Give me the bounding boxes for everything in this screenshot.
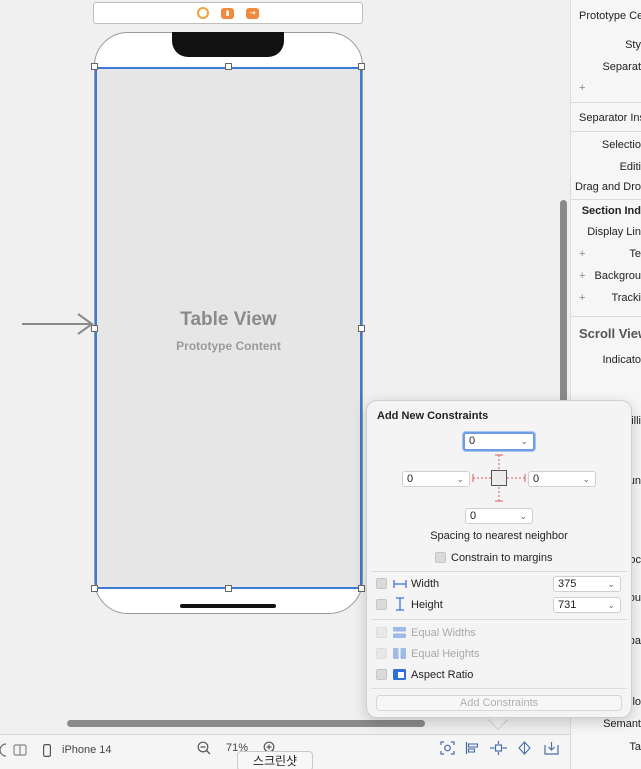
horizontal-scrollbar[interactable] <box>67 720 425 727</box>
inspector-row-partial[interactable]: illi <box>631 415 641 427</box>
add-variation-icon[interactable]: + <box>579 82 585 94</box>
equal-heights-checkbox[interactable] <box>376 648 387 659</box>
popover-divider <box>371 688 627 689</box>
vertical-scrollbar[interactable] <box>560 200 567 405</box>
chevron-down-icon: ⌄ <box>582 474 590 484</box>
inspector-row-tracking[interactable]: Tracki <box>611 292 641 304</box>
popover-title: Add New Constraints <box>377 410 489 422</box>
table-view-title: Table View <box>180 309 277 330</box>
height-label: Height <box>411 599 443 611</box>
table-view[interactable]: Table View Prototype Content <box>95 67 362 589</box>
popover-divider <box>371 619 627 620</box>
resize-handle-right[interactable] <box>358 325 365 332</box>
width-field[interactable]: 375 ⌄ <box>553 576 621 592</box>
add-variation-icon[interactable]: + <box>579 292 585 304</box>
inspector-row-background[interactable]: Backgrou <box>595 270 641 282</box>
popover-divider <box>371 571 627 572</box>
resize-handle-bottom-left[interactable] <box>91 585 98 592</box>
left-spacing-value: 0 <box>407 473 414 485</box>
add-new-constraints-popover: Add New Constraints 0 ⌄ 0 ⌄ 0 ⌄ 0 ⌄ Spacing … <box>366 400 632 718</box>
chevron-down-icon: ⌄ <box>456 474 464 484</box>
bottom-spacing-field[interactable]: 0 ⌄ <box>465 508 533 524</box>
screenshot-tooltip: 스크린샷 <box>237 751 313 769</box>
width-value: 375 <box>558 578 577 590</box>
inspector-row-display-limit[interactable]: Display Lin <box>587 226 641 238</box>
inspector-row-editing[interactable]: Editi <box>620 161 641 173</box>
equal-widths-checkbox[interactable] <box>376 627 387 638</box>
bottom-spacing-value: 0 <box>470 510 477 522</box>
inspector-row-prototype-cells[interactable]: Prototype Ce <box>579 10 641 22</box>
chevron-down-icon: ⌄ <box>607 579 615 589</box>
inspector-divider <box>571 102 641 103</box>
constrain-to-margins-label[interactable]: Constrain to margins <box>451 552 553 564</box>
height-field[interactable]: 731 ⌄ <box>553 597 621 613</box>
spacing-label: Spacing to nearest neighbor <box>430 530 568 542</box>
resize-handle-bottom[interactable] <box>225 585 232 592</box>
add-variation-icon[interactable]: + <box>579 248 585 260</box>
inspector-section-index: Section Ind <box>581 205 641 217</box>
inspector-row-separator-inset[interactable]: Separator Ins <box>579 112 641 124</box>
constrain-to-margins-checkbox[interactable] <box>435 552 446 563</box>
equal-heights-icon <box>393 648 406 659</box>
inspector-row-selection[interactable]: Selectio <box>602 139 641 151</box>
equal-heights-label: Equal Heights <box>411 648 480 660</box>
initial-view-controller-arrow-icon[interactable] <box>22 313 96 335</box>
inspector-row-drag-and-drop[interactable]: Drag and Dro <box>575 181 641 193</box>
home-indicator <box>180 604 276 608</box>
aspect-ratio-icon <box>393 669 406 680</box>
inspector-row-indicators[interactable]: Indicato <box>602 354 641 366</box>
equal-widths-label: Equal Widths <box>411 627 476 639</box>
chevron-down-icon: ⌄ <box>520 436 528 446</box>
inspector-divider <box>571 316 641 317</box>
width-icon <box>393 580 407 588</box>
embed-in-icon[interactable] <box>542 738 560 758</box>
inspector-row-style[interactable]: Sty <box>625 39 641 51</box>
update-frames-icon[interactable] <box>438 738 456 758</box>
zoom-out-icon[interactable] <box>195 738 213 758</box>
resize-handle-top-left[interactable] <box>91 63 98 70</box>
device-name[interactable]: iPhone 14 <box>62 740 122 760</box>
width-checkbox[interactable] <box>376 578 387 589</box>
height-icon <box>396 597 404 611</box>
add-new-constraints-icon[interactable] <box>488 738 508 758</box>
first-responder-icon[interactable]: ▮ <box>221 7 234 19</box>
view-controller-icon[interactable] <box>197 7 209 19</box>
top-spacing-field[interactable]: 0 ⌄ <box>463 432 535 451</box>
align-icon[interactable] <box>463 738 481 758</box>
table-view-subtitle: Prototype Content <box>176 339 281 353</box>
orientation-icon[interactable] <box>12 740 28 760</box>
exit-icon[interactable]: ⇥ <box>246 7 259 19</box>
resize-handle-bottom-right[interactable] <box>358 585 365 592</box>
height-checkbox[interactable] <box>376 599 387 610</box>
add-constraints-button[interactable]: Add Constraints <box>376 695 622 711</box>
height-value: 731 <box>558 599 577 611</box>
device-notch <box>172 32 284 57</box>
resolve-auto-layout-icon[interactable] <box>515 738 533 758</box>
right-spacing-field[interactable]: 0 ⌄ <box>528 471 596 487</box>
dark-mode-toggle-icon[interactable] <box>0 740 6 760</box>
inspector-row-partial[interactable]: lo <box>632 696 641 708</box>
inspector-row-semantic[interactable]: Semant <box>603 718 641 730</box>
width-label: Width <box>411 578 440 590</box>
equal-widths-icon <box>393 627 406 638</box>
inspector-row-tag[interactable]: Ta <box>629 741 641 753</box>
chevron-down-icon: ⌄ <box>519 511 527 521</box>
inspector-row-text[interactable]: Te <box>629 248 641 260</box>
left-spacing-field[interactable]: 0 ⌄ <box>402 471 470 487</box>
constraint-pin-diagram <box>472 454 526 502</box>
resize-handle-top[interactable] <box>225 63 232 70</box>
resize-handle-top-right[interactable] <box>358 63 365 70</box>
inspector-row-separator[interactable]: Separat <box>602 61 641 73</box>
inspector-section-scroll-view: Scroll View <box>579 326 641 341</box>
chevron-down-icon: ⌄ <box>607 600 615 610</box>
top-spacing-value: 0 <box>469 435 476 447</box>
device-icon[interactable] <box>40 740 54 760</box>
scene-dock: ▮ ⇥ <box>93 2 363 24</box>
add-variation-icon[interactable]: + <box>579 270 585 282</box>
inspector-divider <box>571 131 641 132</box>
inspector-divider <box>571 199 641 200</box>
right-spacing-value: 0 <box>533 473 540 485</box>
aspect-ratio-checkbox[interactable] <box>376 669 387 680</box>
aspect-ratio-label: Aspect Ratio <box>411 669 474 681</box>
